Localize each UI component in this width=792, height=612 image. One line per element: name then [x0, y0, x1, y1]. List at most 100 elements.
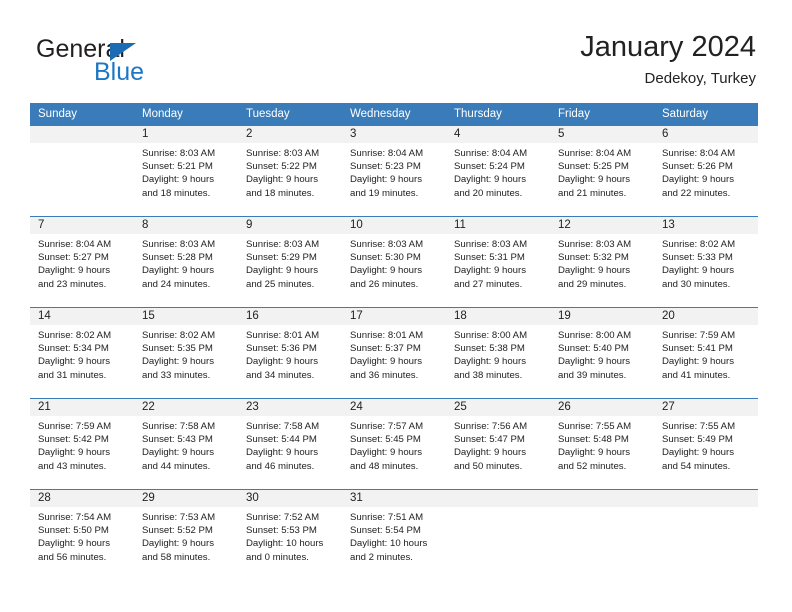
sunset-text: Sunset: 5:33 PM — [662, 252, 733, 264]
calendar-day-cell[interactable]: 14 Sunrise: 8:02 AM Sunset: 5:34 PM Dayl… — [30, 307, 134, 399]
calendar-day-cell[interactable]: 19 Sunrise: 8:00 AM Sunset: 5:40 PM Dayl… — [550, 307, 654, 399]
day-number: 14 — [30, 308, 134, 325]
daylight-line1: Daylight: 9 hours — [246, 174, 318, 186]
calendar-day-cell[interactable]: 8 Sunrise: 8:03 AM Sunset: 5:28 PM Dayli… — [134, 216, 238, 308]
calendar-day-cell[interactable]: 20 Sunrise: 7:59 AM Sunset: 5:41 PM Dayl… — [654, 307, 758, 399]
daylight-line2: and 30 minutes. — [662, 278, 731, 290]
sunrise-text: Sunrise: 8:00 AM — [454, 330, 528, 341]
calendar-week-row: 1 Sunrise: 8:03 AM Sunset: 5:21 PM Dayli… — [30, 125, 758, 217]
sunset-text: Sunset: 5:38 PM — [454, 343, 525, 355]
calendar-day-cell[interactable]: 17 Sunrise: 8:01 AM Sunset: 5:37 PM Dayl… — [342, 307, 446, 399]
sunset-text: Sunset: 5:27 PM — [38, 252, 109, 264]
daylight-line1: Daylight: 9 hours — [142, 174, 214, 186]
calendar-day-cell[interactable]: 1 Sunrise: 8:03 AM Sunset: 5:21 PM Dayli… — [134, 125, 238, 217]
day-number: 10 — [342, 217, 446, 234]
page-title: January 2024 — [580, 31, 756, 63]
calendar-day-cell[interactable]: 25 Sunrise: 7:56 AM Sunset: 5:47 PM Dayl… — [446, 398, 550, 490]
calendar-day-cell[interactable]: 9 Sunrise: 8:03 AM Sunset: 5:29 PM Dayli… — [238, 216, 342, 308]
daylight-line1: Daylight: 9 hours — [454, 447, 526, 459]
calendar-day-cell[interactable]: 15 Sunrise: 8:02 AM Sunset: 5:35 PM Dayl… — [134, 307, 238, 399]
sunset-text: Sunset: 5:52 PM — [142, 525, 213, 537]
general-blue-logo[interactable]: General Blue — [36, 36, 236, 88]
daylight-line1: Daylight: 9 hours — [142, 265, 214, 277]
daylight-line1: Daylight: 9 hours — [246, 447, 318, 459]
sunset-text: Sunset: 5:48 PM — [558, 434, 629, 446]
day-number: 9 — [238, 217, 342, 234]
day-number: 2 — [238, 126, 342, 143]
calendar-day-cell[interactable]: 21 Sunrise: 7:59 AM Sunset: 5:42 PM Dayl… — [30, 398, 134, 490]
sunset-text: Sunset: 5:30 PM — [350, 252, 421, 264]
sunrise-text: Sunrise: 8:03 AM — [246, 148, 320, 159]
sunrise-text: Sunrise: 8:01 AM — [350, 330, 424, 341]
calendar-day-cell[interactable]: 23 Sunrise: 7:58 AM Sunset: 5:44 PM Dayl… — [238, 398, 342, 490]
calendar-day-cell[interactable]: 4 Sunrise: 8:04 AM Sunset: 5:24 PM Dayli… — [446, 125, 550, 217]
daylight-line2: and 26 minutes. — [350, 278, 419, 290]
day-details: Sunrise: 7:59 AM Sunset: 5:41 PM Dayligh… — [654, 325, 758, 382]
day-number: 21 — [30, 399, 134, 416]
calendar-day-cell[interactable]: 30 Sunrise: 7:52 AM Sunset: 5:53 PM Dayl… — [238, 489, 342, 580]
sunrise-text: Sunrise: 8:03 AM — [350, 239, 424, 250]
calendar-day-cell[interactable]: 24 Sunrise: 7:57 AM Sunset: 5:45 PM Dayl… — [342, 398, 446, 490]
calendar-grid: Sunday Monday Tuesday Wednesday Thursday… — [30, 103, 758, 580]
calendar-day-cell[interactable] — [654, 489, 758, 580]
daylight-line2: and 25 minutes. — [246, 278, 315, 290]
calendar-day-cell[interactable]: 10 Sunrise: 8:03 AM Sunset: 5:30 PM Dayl… — [342, 216, 446, 308]
sunrise-text: Sunrise: 8:00 AM — [558, 330, 632, 341]
sunrise-text: Sunrise: 7:51 AM — [350, 512, 424, 523]
calendar-day-cell[interactable]: 13 Sunrise: 8:02 AM Sunset: 5:33 PM Dayl… — [654, 216, 758, 308]
sunrise-text: Sunrise: 8:02 AM — [142, 330, 216, 341]
calendar-day-cell[interactable] — [30, 125, 134, 217]
sunset-text: Sunset: 5:34 PM — [38, 343, 109, 355]
calendar-day-cell[interactable]: 31 Sunrise: 7:51 AM Sunset: 5:54 PM Dayl… — [342, 489, 446, 580]
daylight-line2: and 52 minutes. — [558, 460, 627, 472]
calendar-day-cell[interactable]: 28 Sunrise: 7:54 AM Sunset: 5:50 PM Dayl… — [30, 489, 134, 580]
day-number: 4 — [446, 126, 550, 143]
sunrise-text: Sunrise: 8:04 AM — [454, 148, 528, 159]
calendar-day-cell[interactable]: 22 Sunrise: 7:58 AM Sunset: 5:43 PM Dayl… — [134, 398, 238, 490]
day-number: 3 — [342, 126, 446, 143]
calendar-day-cell[interactable]: 16 Sunrise: 8:01 AM Sunset: 5:36 PM Dayl… — [238, 307, 342, 399]
daylight-line2: and 33 minutes. — [142, 369, 211, 381]
daylight-line1: Daylight: 9 hours — [662, 447, 734, 459]
calendar-day-cell[interactable]: 12 Sunrise: 8:03 AM Sunset: 5:32 PM Dayl… — [550, 216, 654, 308]
daylight-line1: Daylight: 9 hours — [350, 265, 422, 277]
day-number: 13 — [654, 217, 758, 234]
calendar-day-cell[interactable] — [550, 489, 654, 580]
sunrise-text: Sunrise: 8:03 AM — [142, 148, 216, 159]
daylight-line2: and 22 minutes. — [662, 187, 731, 199]
sunrise-text: Sunrise: 8:03 AM — [454, 239, 528, 250]
day-number: 31 — [342, 490, 446, 507]
sunrise-text: Sunrise: 7:59 AM — [662, 330, 736, 341]
calendar-day-cell[interactable]: 2 Sunrise: 8:03 AM Sunset: 5:22 PM Dayli… — [238, 125, 342, 217]
calendar-day-cell[interactable]: 27 Sunrise: 7:55 AM Sunset: 5:49 PM Dayl… — [654, 398, 758, 490]
weekday-header-saturday: Saturday — [654, 103, 758, 126]
daylight-line1: Daylight: 9 hours — [454, 174, 526, 186]
sunset-text: Sunset: 5:50 PM — [38, 525, 109, 537]
calendar-day-cell[interactable]: 5 Sunrise: 8:04 AM Sunset: 5:25 PM Dayli… — [550, 125, 654, 217]
calendar-day-cell[interactable]: 11 Sunrise: 8:03 AM Sunset: 5:31 PM Dayl… — [446, 216, 550, 308]
sunset-text: Sunset: 5:44 PM — [246, 434, 317, 446]
day-number: 15 — [134, 308, 238, 325]
calendar-day-cell[interactable]: 18 Sunrise: 8:00 AM Sunset: 5:38 PM Dayl… — [446, 307, 550, 399]
daylight-line2: and 50 minutes. — [454, 460, 523, 472]
title-block: January 2024 Dedekoy, Turkey — [580, 30, 756, 89]
calendar-day-cell[interactable]: 7 Sunrise: 8:04 AM Sunset: 5:27 PM Dayli… — [30, 216, 134, 308]
sunset-text: Sunset: 5:32 PM — [558, 252, 629, 264]
day-details: Sunrise: 8:00 AM Sunset: 5:40 PM Dayligh… — [550, 325, 654, 382]
day-details: Sunrise: 8:02 AM Sunset: 5:34 PM Dayligh… — [30, 325, 134, 382]
sunrise-text: Sunrise: 8:03 AM — [246, 239, 320, 250]
weekday-header-monday: Monday — [134, 103, 238, 126]
day-number: 5 — [550, 126, 654, 143]
sunset-text: Sunset: 5:40 PM — [558, 343, 629, 355]
sunset-text: Sunset: 5:25 PM — [558, 161, 629, 173]
calendar-day-cell[interactable]: 29 Sunrise: 7:53 AM Sunset: 5:52 PM Dayl… — [134, 489, 238, 580]
calendar-day-cell[interactable]: 6 Sunrise: 8:04 AM Sunset: 5:26 PM Dayli… — [654, 125, 758, 217]
calendar-day-cell[interactable]: 26 Sunrise: 7:55 AM Sunset: 5:48 PM Dayl… — [550, 398, 654, 490]
weekday-header-row: Sunday Monday Tuesday Wednesday Thursday… — [30, 103, 758, 126]
calendar-day-cell[interactable] — [446, 489, 550, 580]
sunrise-text: Sunrise: 7:58 AM — [246, 421, 320, 432]
weekday-header-friday: Friday — [550, 103, 654, 126]
calendar-day-cell[interactable]: 3 Sunrise: 8:04 AM Sunset: 5:23 PM Dayli… — [342, 125, 446, 217]
daylight-line1: Daylight: 9 hours — [350, 447, 422, 459]
day-number — [446, 490, 550, 507]
